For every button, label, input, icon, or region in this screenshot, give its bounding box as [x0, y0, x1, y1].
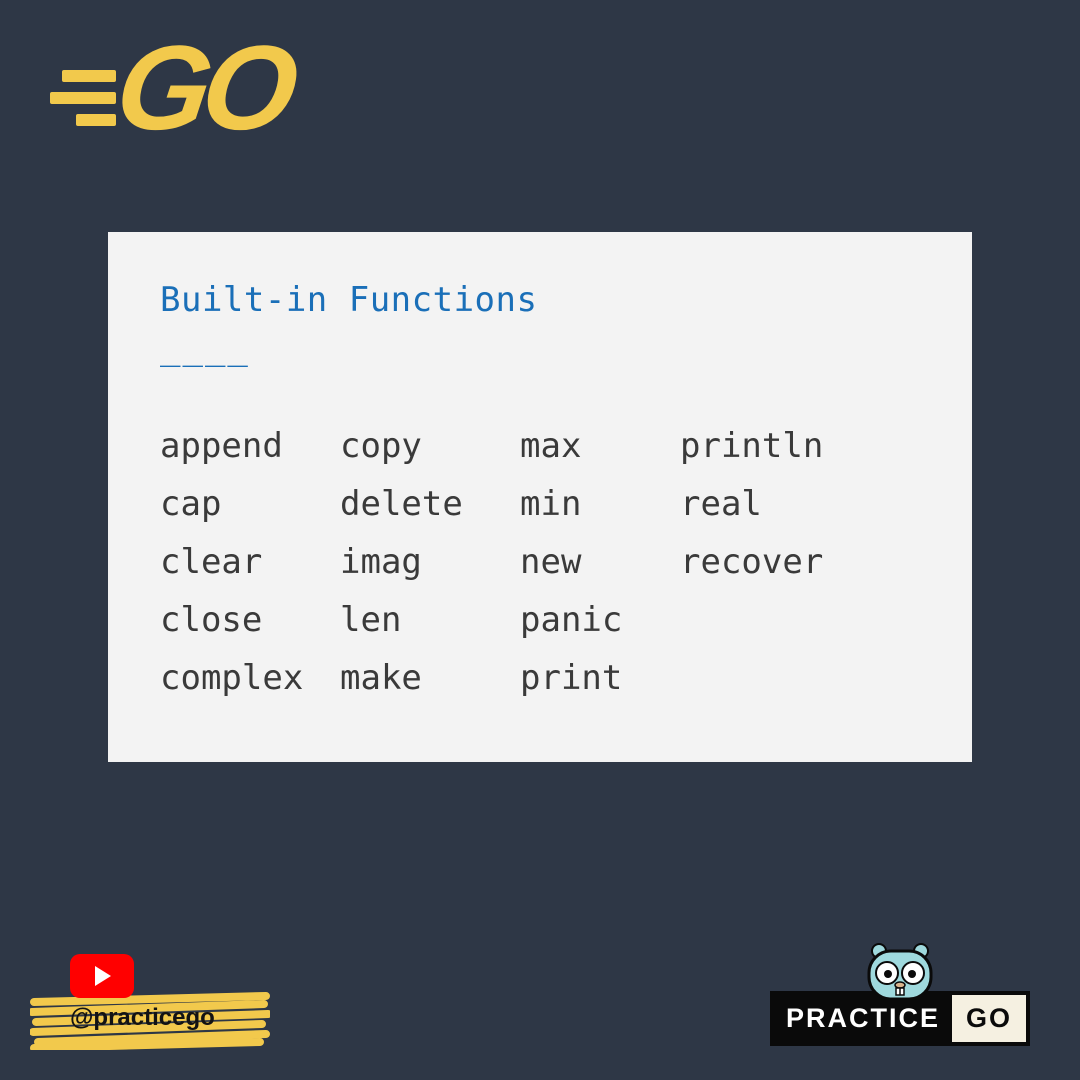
fn-cell: min	[520, 484, 680, 524]
fn-cell: delete	[340, 484, 520, 524]
brand-practice-word: PRACTICE	[774, 995, 952, 1042]
fn-cell: complex	[160, 658, 340, 698]
brand-go-word: GO	[952, 995, 1026, 1042]
fn-cell: imag	[340, 542, 520, 582]
fn-cell: new	[520, 542, 680, 582]
fn-cell: recover	[680, 542, 920, 582]
gopher-icon	[861, 941, 939, 1001]
footer-youtube-handle: @practicego	[30, 954, 290, 1050]
practicego-brand: PRACTICE GO	[770, 941, 1030, 1046]
fn-cell: close	[160, 600, 340, 640]
fn-cell: panic	[520, 600, 680, 640]
fn-cell: make	[340, 658, 520, 698]
fn-cell: println	[680, 426, 920, 466]
fn-cell: real	[680, 484, 920, 524]
fn-cell: max	[520, 426, 680, 466]
fn-cell: cap	[160, 484, 340, 524]
go-logo: GO	[50, 28, 289, 148]
go-logo-text: GO	[110, 28, 298, 148]
fn-cell: print	[520, 658, 680, 698]
fn-cell: len	[340, 600, 520, 640]
builtin-functions-card: Built-in Functions ____ append copy max …	[108, 232, 972, 762]
social-handle: @practicego	[70, 1004, 215, 1032]
fn-cell: append	[160, 426, 340, 466]
fn-cell	[680, 658, 920, 698]
go-logo-speed-lines	[50, 70, 116, 126]
fn-cell: clear	[160, 542, 340, 582]
functions-grid: append copy max println cap delete min r…	[160, 426, 920, 698]
scribble-highlight: @practicego	[30, 990, 270, 1050]
fn-cell	[680, 600, 920, 640]
youtube-icon	[70, 954, 134, 998]
card-title: Built-in Functions	[160, 280, 920, 320]
fn-cell: copy	[340, 426, 520, 466]
card-underline: ____	[160, 328, 920, 368]
